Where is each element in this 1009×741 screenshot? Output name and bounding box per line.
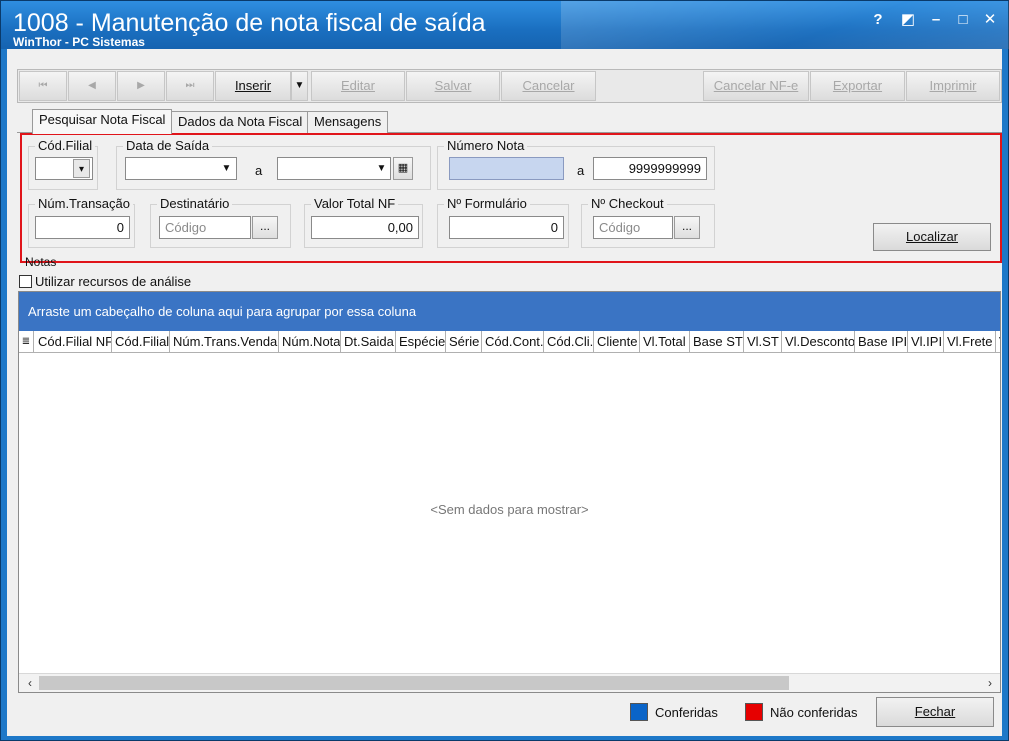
grid-column-header[interactable]: Núm.Trans.Venda <box>170 331 279 352</box>
notas-section-label: Notas <box>25 255 57 269</box>
tab-strip: Pesquisar Nota Fiscal Dados da Nota Fisc… <box>19 109 999 134</box>
data-saida-from-dropdown-icon[interactable]: ▼ <box>218 159 235 178</box>
grid-column-header[interactable]: Base IPI <box>855 331 908 352</box>
num-transacao-field[interactable]: 0 <box>35 216 130 239</box>
n-formulario-field[interactable]: 0 <box>449 216 564 239</box>
valor-total-label: Valor Total NF <box>311 196 399 211</box>
cod-filial-label: Cód.Filial <box>35 138 96 153</box>
legend-conferidas-swatch <box>630 703 648 721</box>
num-transacao-label: Núm.Transação <box>35 196 133 211</box>
localizar-button[interactable]: Localizar <box>873 223 991 251</box>
last-record-button[interactable]: ⏭ <box>166 71 214 101</box>
help-icon[interactable]: ? <box>867 9 889 31</box>
grid-column-header[interactable]: Cód.Filial NF <box>35 331 112 352</box>
previous-record-button[interactable]: ◀ <box>68 71 116 101</box>
cancelar-button[interactable]: Cancelar <box>501 71 596 101</box>
title-bar: 1008 - Manutenção de nota fiscal de saíd… <box>1 1 1009 49</box>
numero-nota-separator: a <box>577 163 585 178</box>
grid-column-header[interactable]: V <box>996 331 1000 352</box>
window-subtitle: WinThor - PC Sistemas <box>13 35 145 49</box>
scroll-right-icon[interactable]: › <box>981 674 999 692</box>
minimize-icon[interactable]: – <box>925 9 947 31</box>
destinatario-lookup-button[interactable]: ... <box>252 216 278 239</box>
grid-column-header[interactable]: Vl.IPI <box>908 331 944 352</box>
inserir-dropdown-icon[interactable]: ▼ <box>291 71 308 101</box>
data-saida-separator: a <box>255 163 263 178</box>
grid-horizontal-scrollbar[interactable]: ‹ › <box>19 673 1000 692</box>
grid-empty-message: <Sem dados para mostrar> <box>430 502 589 517</box>
n-checkout-field[interactable]: Código <box>593 216 673 239</box>
restore-small-icon[interactable]: ◩ <box>897 9 919 31</box>
calendar-icon[interactable]: ▦ <box>393 157 413 180</box>
grid-column-header[interactable]: Vl.Frete <box>944 331 996 352</box>
scroll-thumb[interactable] <box>39 676 789 690</box>
next-record-button[interactable]: ▶ <box>117 71 165 101</box>
first-record-button[interactable]: ⏮ <box>19 71 67 101</box>
fechar-button[interactable]: Fechar <box>876 697 994 727</box>
tab-pesquisar-nota-fiscal[interactable]: Pesquisar Nota Fiscal <box>32 109 173 134</box>
destinatario-label: Destinatário <box>157 196 233 211</box>
n-formulario-label: Nº Formulário <box>444 196 530 211</box>
analysis-checkbox[interactable] <box>19 275 32 288</box>
scroll-left-icon[interactable]: ‹ <box>21 674 39 692</box>
toolbar: ⏮ ◀ ▶ ⏭ Inserir ▼ Editar Salvar Cancelar… <box>17 69 1002 103</box>
data-saida-label: Data de Saída <box>123 138 213 153</box>
grid-column-header[interactable]: Cód.Cli. <box>544 331 594 352</box>
grid-column-header[interactable]: Vl.ST <box>744 331 782 352</box>
grid-column-header[interactable]: Cliente <box>594 331 640 352</box>
n-checkout-lookup-button[interactable]: ... <box>674 216 700 239</box>
client-area: ⏮ ◀ ▶ ⏭ Inserir ▼ Editar Salvar Cancelar… <box>7 49 1002 736</box>
editar-button[interactable]: Editar <box>311 71 405 101</box>
cod-filial-dropdown-icon[interactable]: ▾ <box>73 159 90 178</box>
maximize-icon[interactable]: □ <box>952 9 974 31</box>
grid-column-header[interactable]: Núm.Nota <box>279 331 341 352</box>
numero-nota-from-field[interactable] <box>449 157 564 180</box>
grid-column-header[interactable]: Base ST <box>690 331 744 352</box>
notes-grid: Arraste um cabeçalho de coluna aqui para… <box>18 291 1001 693</box>
app-window: 1008 - Manutenção de nota fiscal de saíd… <box>0 0 1009 741</box>
inserir-button[interactable]: Inserir <box>215 71 291 101</box>
legend-nao-conferidas-swatch <box>745 703 763 721</box>
legend-nao-conferidas-label: Não conferidas <box>770 705 858 720</box>
imprimir-button[interactable]: Imprimir <box>906 71 1000 101</box>
tab-dados-da-nota-fiscal[interactable]: Dados da Nota Fiscal <box>171 111 310 133</box>
valor-total-field[interactable]: 0,00 <box>311 216 419 239</box>
grid-header: ≣ Cód.Filial NF Cód.Filial Núm.Trans.Venda… <box>19 331 1000 353</box>
analysis-checkbox-row[interactable]: Utilizar recursos de análise <box>19 274 191 289</box>
exportar-button[interactable]: Exportar <box>810 71 905 101</box>
n-checkout-label: Nº Checkout <box>588 196 667 211</box>
destinatario-field[interactable]: Código <box>159 216 251 239</box>
grid-column-header[interactable]: Cód.Cont. <box>482 331 544 352</box>
grid-column-header[interactable]: Cód.Filial <box>112 331 170 352</box>
numero-nota-to-field[interactable]: 9999999999 <box>593 157 707 180</box>
tab-mensagens[interactable]: Mensagens <box>307 111 389 133</box>
grid-column-header[interactable]: Dt.Saida <box>341 331 396 352</box>
grid-column-header[interactable]: Série <box>446 331 482 352</box>
salvar-button[interactable]: Salvar <box>406 71 500 101</box>
group-by-panel[interactable]: Arraste um cabeçalho de coluna aqui para… <box>19 292 1000 331</box>
close-icon[interactable]: ✕ <box>979 9 1001 31</box>
grid-column-header[interactable]: Espécie <box>396 331 446 352</box>
grid-column-header[interactable]: Vl.Desconto <box>782 331 855 352</box>
data-saida-to-dropdown-icon[interactable]: ▼ <box>373 159 390 178</box>
grid-column-header[interactable]: Vl.Total <box>640 331 690 352</box>
column-chooser-icon[interactable]: ≣ <box>19 331 34 352</box>
legend-conferidas-label: Conferidas <box>655 705 718 720</box>
cancelar-nfe-button[interactable]: Cancelar NF-e <box>703 71 809 101</box>
analysis-checkbox-label: Utilizar recursos de análise <box>35 274 192 289</box>
window-title: 1008 - Manutenção de nota fiscal de saíd… <box>13 9 486 37</box>
numero-nota-label: Número Nota <box>444 138 528 153</box>
